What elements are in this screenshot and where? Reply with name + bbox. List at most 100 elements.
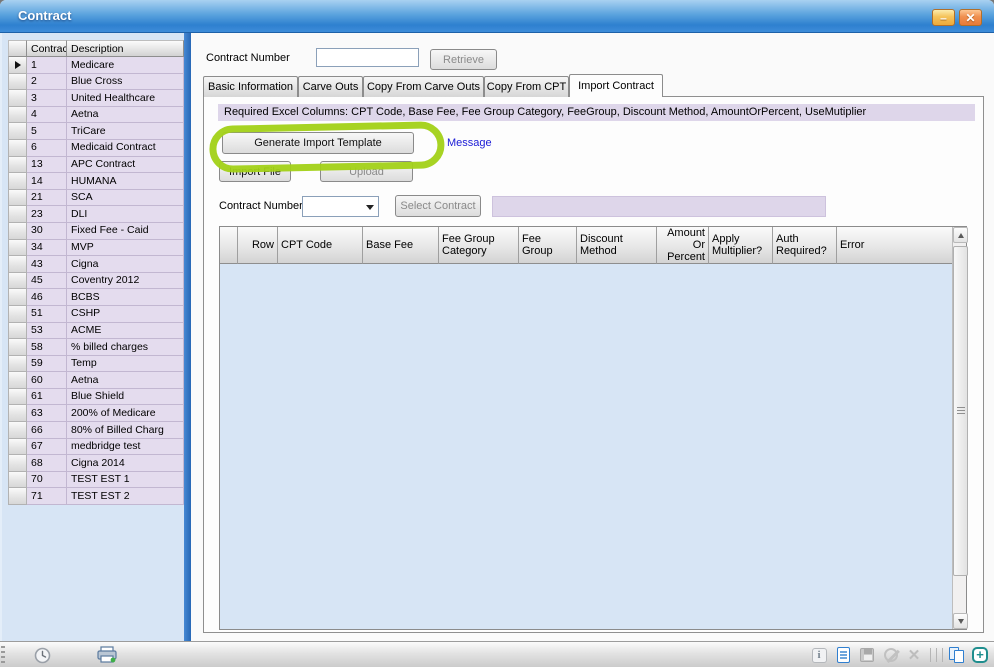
copy-icon[interactable] (947, 646, 967, 664)
contract-row[interactable]: 46BCBS (8, 289, 184, 306)
contract-description-cell[interactable]: MVP (67, 240, 184, 257)
selected-contract-field[interactable] (492, 196, 826, 217)
new-note-icon[interactable] (833, 646, 853, 664)
contract-row[interactable]: 3United Healthcare (8, 90, 184, 107)
contract-row[interactable]: 6Medicaid Contract (8, 140, 184, 157)
contract-number-cell[interactable]: 14 (27, 173, 67, 190)
contract-description-cell[interactable]: Blue Shield (67, 389, 184, 406)
contract-number-cell[interactable]: 46 (27, 289, 67, 306)
row-selector[interactable] (8, 256, 27, 273)
contract-row[interactable]: 58% billed charges (8, 339, 184, 356)
column-header-discount-method[interactable]: Discount Method (577, 227, 657, 264)
contract-number-dropdown[interactable] (302, 196, 379, 217)
contract-row[interactable]: 6680% of Billed Charg (8, 422, 184, 439)
contract-number-cell[interactable]: 34 (27, 240, 67, 257)
column-header-fee-group[interactable]: Fee Group (519, 227, 577, 264)
contract-number-cell[interactable]: 6 (27, 140, 67, 157)
contract-description-cell[interactable]: United Healthcare (67, 90, 184, 107)
contract-description-cell[interactable]: TEST EST 1 (67, 472, 184, 489)
contract-number-cell[interactable]: 51 (27, 306, 67, 323)
import-file-button[interactable]: Import File (219, 161, 291, 182)
tab-import-contract[interactable]: Import Contract (569, 74, 663, 97)
contract-row[interactable]: 2Blue Cross (8, 74, 184, 91)
column-header-fee-group-category[interactable]: Fee Group Category (439, 227, 519, 264)
delete-icon[interactable]: ✕ (904, 646, 924, 664)
contract-number-cell[interactable]: 5 (27, 123, 67, 140)
row-selector[interactable] (8, 57, 27, 74)
contract-description-cell[interactable]: % billed charges (67, 339, 184, 356)
contract-description-cell[interactable]: DLI (67, 206, 184, 223)
contract-number-cell[interactable]: 70 (27, 472, 67, 489)
contract-row[interactable]: 23DLI (8, 206, 184, 223)
row-selector[interactable] (8, 190, 27, 207)
contract-description-cell[interactable]: Aetna (67, 107, 184, 124)
scroll-up-arrow[interactable] (953, 227, 968, 243)
contract-number-cell[interactable]: 23 (27, 206, 67, 223)
tab-basic-information[interactable]: Basic Information (203, 76, 298, 97)
contract-description-cell[interactable]: 200% of Medicare (67, 405, 184, 422)
title-bar[interactable]: Contract – ✕ (0, 0, 994, 33)
contract-row[interactable]: 45Coventry 2012 (8, 273, 184, 290)
upload-button[interactable]: Upload (320, 161, 413, 182)
row-selector[interactable] (8, 389, 27, 406)
contract-number-cell[interactable]: 45 (27, 273, 67, 290)
contract-row[interactable]: 21SCA (8, 190, 184, 207)
row-selector[interactable] (8, 140, 27, 157)
contract-description-cell[interactable]: 80% of Billed Charg (67, 422, 184, 439)
contract-number-cell[interactable]: 21 (27, 190, 67, 207)
info-icon[interactable]: i (809, 646, 829, 664)
contract-description-cell[interactable]: APC Contract (67, 157, 184, 174)
row-selector[interactable] (8, 472, 27, 489)
select-contract-button[interactable]: Select Contract (395, 195, 481, 217)
contract-row[interactable]: 71TEST EST 2 (8, 488, 184, 505)
generate-import-template-button[interactable]: Generate Import Template (222, 132, 414, 154)
contract-row[interactable]: 30Fixed Fee - Caid (8, 223, 184, 240)
contract-number-cell[interactable]: 58 (27, 339, 67, 356)
tab-carve-outs[interactable]: Carve Outs (298, 76, 363, 97)
row-selector[interactable] (8, 206, 27, 223)
contract-number-cell[interactable]: 13 (27, 157, 67, 174)
close-button[interactable]: ✕ (959, 9, 982, 26)
contract-number-cell[interactable]: 1 (27, 57, 67, 74)
contract-row[interactable]: 59Temp (8, 356, 184, 373)
row-selector[interactable] (8, 123, 27, 140)
contract-description-cell[interactable]: Medicare (67, 57, 184, 74)
contract-row[interactable]: 5TriCare (8, 123, 184, 140)
row-selector[interactable] (8, 173, 27, 190)
column-header-cpt-code[interactable]: CPT Code (278, 227, 363, 264)
row-selector[interactable] (8, 306, 27, 323)
row-selector[interactable] (8, 240, 27, 257)
contract-number-cell[interactable]: 59 (27, 356, 67, 373)
row-selector[interactable] (8, 107, 27, 124)
contract-number-cell[interactable]: 2 (27, 74, 67, 91)
contract-description-cell[interactable]: HUMANA (67, 173, 184, 190)
row-selector[interactable] (8, 157, 27, 174)
vertical-scrollbar[interactable] (952, 227, 966, 629)
vertical-splitter[interactable] (184, 33, 191, 641)
contract-number-cell[interactable]: 3 (27, 90, 67, 107)
column-header-base-fee[interactable]: Base Fee (363, 227, 439, 264)
contract-number-input[interactable] (316, 48, 419, 67)
contract-row[interactable]: 53ACME (8, 323, 184, 340)
scrollbar-thumb[interactable] (953, 246, 968, 576)
contract-description-cell[interactable]: Fixed Fee - Caid (67, 223, 184, 240)
contract-description-cell[interactable]: medbridge test (67, 439, 184, 456)
contract-column-header[interactable]: Contract (27, 40, 67, 57)
contract-description-cell[interactable]: Cigna 2014 (67, 455, 184, 472)
contract-row[interactable]: 34MVP (8, 240, 184, 257)
contract-description-cell[interactable]: Coventry 2012 (67, 273, 184, 290)
contract-description-cell[interactable]: BCBS (67, 289, 184, 306)
row-selector[interactable] (8, 455, 27, 472)
retrieve-button[interactable]: Retrieve (430, 49, 497, 70)
row-selector[interactable] (8, 289, 27, 306)
contract-description-cell[interactable]: Medicaid Contract (67, 140, 184, 157)
contract-number-cell[interactable]: 30 (27, 223, 67, 240)
block-icon[interactable] (881, 646, 901, 664)
row-selector[interactable] (8, 372, 27, 389)
contract-description-cell[interactable]: TEST EST 2 (67, 488, 184, 505)
row-selector[interactable] (8, 90, 27, 107)
contract-description-cell[interactable]: CSHP (67, 306, 184, 323)
contract-row[interactable]: 63200% of Medicare (8, 405, 184, 422)
row-selector[interactable] (8, 356, 27, 373)
contract-row[interactable]: 60Aetna (8, 372, 184, 389)
